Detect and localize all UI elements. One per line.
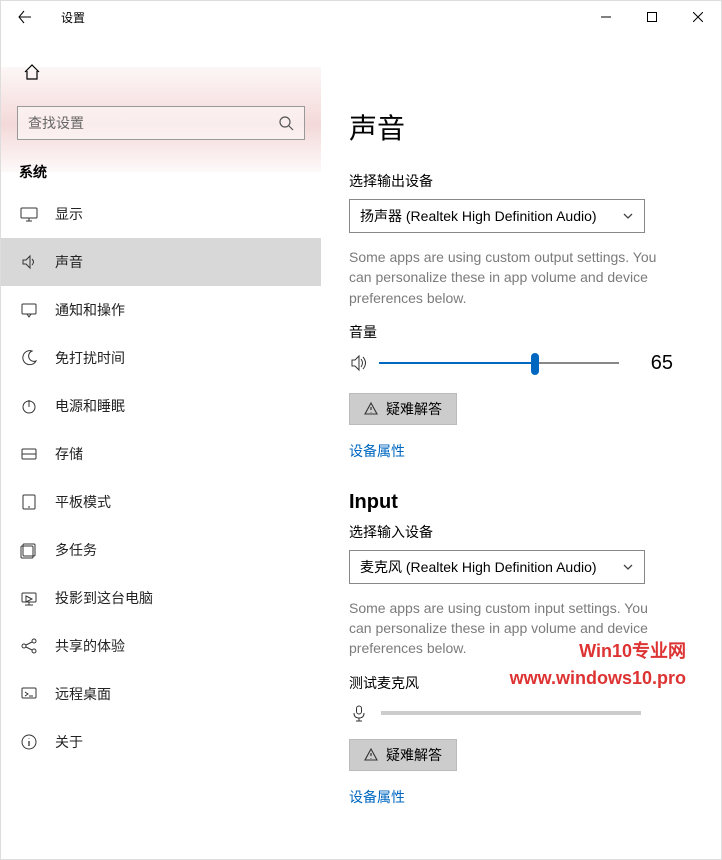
sidebar-item-tablet[interactable]: 平板模式 — [1, 478, 321, 526]
sidebar-item-display[interactable]: 显示 — [1, 190, 321, 238]
sidebar-item-sound[interactable]: 声音 — [1, 238, 321, 286]
close-icon — [693, 12, 703, 22]
sidebar-item-label: 显示 — [55, 204, 83, 224]
back-arrow-icon — [18, 10, 32, 24]
sidebar-item-label: 远程桌面 — [55, 684, 111, 704]
titlebar: 设置 — [1, 1, 721, 33]
output-device-dropdown[interactable]: 扬声器 (Realtek High Definition Audio) — [349, 199, 645, 233]
project-icon — [19, 588, 39, 608]
output-device-value: 扬声器 (Realtek High Definition Audio) — [360, 206, 622, 226]
sidebar-item-notify[interactable]: 通知和操作 — [1, 286, 321, 334]
sidebar-item-share[interactable]: 共享的体验 — [1, 622, 321, 670]
sidebar-item-power[interactable]: 电源和睡眠 — [1, 382, 321, 430]
home-icon — [23, 63, 41, 81]
storage-icon — [19, 444, 39, 464]
sidebar-item-label: 电源和睡眠 — [55, 396, 125, 416]
nav-list: 显示声音通知和操作免打扰时间电源和睡眠存储平板模式多任务投影到这台电脑共享的体验… — [1, 190, 321, 766]
sound-icon — [19, 252, 39, 272]
output-device-properties-link[interactable]: 设备属性 — [349, 441, 405, 461]
remote-icon — [19, 684, 39, 704]
output-device-label: 选择输出设备 — [349, 171, 693, 191]
sidebar-item-project[interactable]: 投影到这台电脑 — [1, 574, 321, 622]
input-heading: Input — [349, 491, 693, 514]
volume-slider-row: 65 — [349, 352, 693, 375]
chevron-down-icon — [622, 561, 634, 573]
minimize-button[interactable] — [583, 1, 629, 33]
input-hint: Some apps are using custom input setting… — [349, 598, 669, 659]
power-icon — [19, 396, 39, 416]
input-device-value: 麦克风 (Realtek High Definition Audio) — [360, 557, 622, 577]
sidebar-item-label: 共享的体验 — [55, 636, 125, 656]
minimize-icon — [601, 12, 611, 22]
maximize-button[interactable] — [629, 1, 675, 33]
search-icon — [278, 115, 294, 131]
volume-value: 65 — [643, 352, 673, 375]
sidebar-item-label: 平板模式 — [55, 492, 111, 512]
volume-label: 音量 — [349, 322, 693, 342]
display-icon — [19, 204, 39, 224]
slider-thumb[interactable] — [531, 353, 539, 375]
sidebar-item-multitask[interactable]: 多任务 — [1, 526, 321, 574]
sidebar-item-storage[interactable]: 存储 — [1, 430, 321, 478]
window-title: 设置 — [61, 9, 85, 26]
sidebar-item-moon[interactable]: 免打扰时间 — [1, 334, 321, 382]
mic-level-bar — [381, 711, 641, 715]
notify-icon — [19, 300, 39, 320]
back-button[interactable] — [9, 1, 41, 33]
chevron-down-icon — [622, 210, 634, 222]
test-mic-label: 测试麦克风 — [349, 673, 693, 693]
output-hint: Some apps are using custom output settin… — [349, 247, 669, 308]
input-troubleshoot-button[interactable]: 疑难解答 — [349, 739, 457, 771]
sidebar-item-label: 免打扰时间 — [55, 348, 125, 368]
mic-test-row — [349, 703, 693, 723]
content: 声音 选择输出设备 扬声器 (Realtek High Definition A… — [321, 33, 721, 859]
close-button[interactable] — [675, 1, 721, 33]
output-troubleshoot-button[interactable]: 疑难解答 — [349, 393, 457, 425]
maximize-icon — [647, 12, 657, 22]
sidebar: 系统 显示声音通知和操作免打扰时间电源和睡眠存储平板模式多任务投影到这台电脑共享… — [1, 33, 321, 859]
volume-slider[interactable] — [379, 362, 619, 364]
input-device-label: 选择输入设备 — [349, 522, 693, 542]
tablet-icon — [19, 492, 39, 512]
sidebar-item-label: 多任务 — [55, 540, 97, 560]
warning-icon — [364, 402, 378, 416]
share-icon — [19, 636, 39, 656]
sidebar-item-label: 存储 — [55, 444, 83, 464]
page-title: 声音 — [349, 107, 693, 147]
speaker-icon[interactable] — [349, 353, 369, 373]
search-box[interactable] — [17, 106, 305, 140]
sidebar-item-label: 投影到这台电脑 — [55, 588, 153, 608]
about-icon — [19, 732, 39, 752]
sidebar-item-label: 声音 — [55, 252, 83, 272]
sidebar-item-about[interactable]: 关于 — [1, 718, 321, 766]
microphone-icon — [349, 703, 369, 723]
warning-icon — [364, 748, 378, 762]
sidebar-item-label: 通知和操作 — [55, 300, 125, 320]
sidebar-item-remote[interactable]: 远程桌面 — [1, 670, 321, 718]
input-device-properties-link[interactable]: 设备属性 — [349, 787, 405, 807]
input-device-dropdown[interactable]: 麦克风 (Realtek High Definition Audio) — [349, 550, 645, 584]
moon-icon — [19, 348, 39, 368]
category-header: 系统 — [19, 162, 303, 182]
search-input[interactable] — [28, 115, 278, 131]
multitask-icon — [19, 540, 39, 560]
sidebar-item-label: 关于 — [55, 732, 83, 752]
home-button[interactable] — [8, 48, 56, 96]
